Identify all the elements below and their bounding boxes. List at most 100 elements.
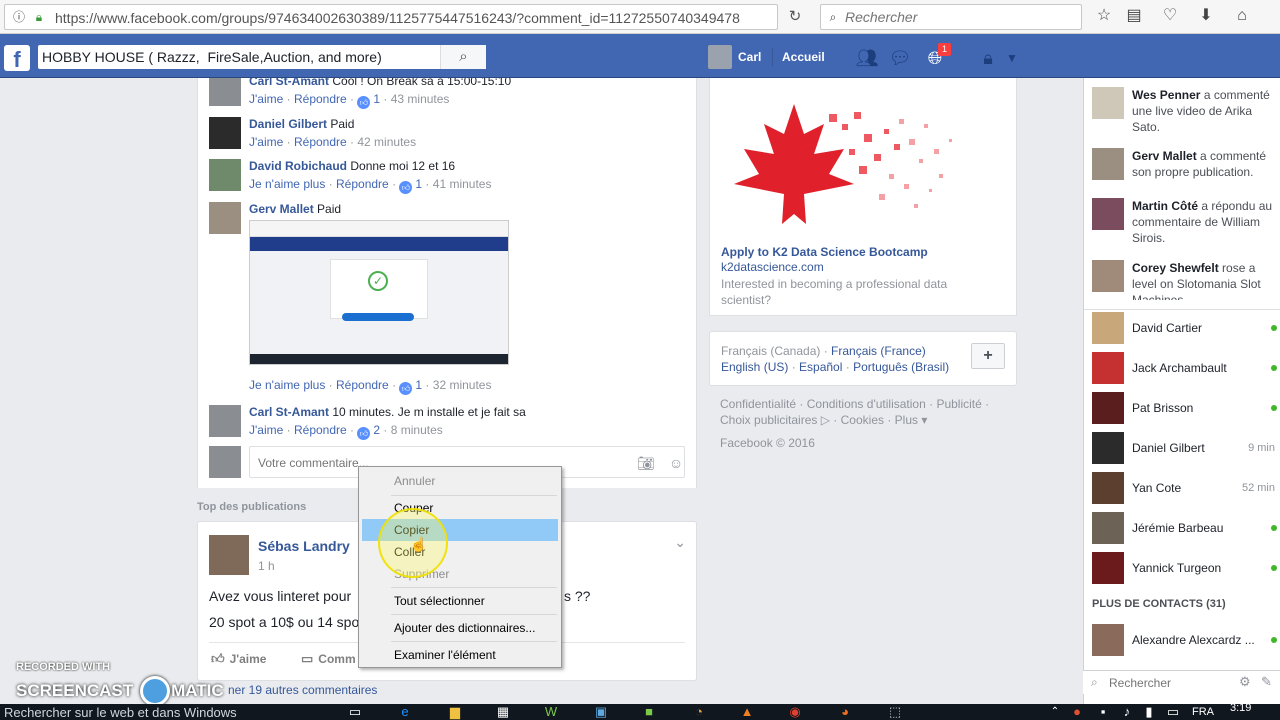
reading-list-icon[interactable]: ▤ bbox=[1124, 6, 1144, 26]
messages-icon[interactable]: 💬︎ bbox=[888, 47, 912, 69]
contact-item[interactable]: Alexandre Alexcardz ... bbox=[1092, 624, 1277, 656]
contact-item[interactable]: Yannick Turgeon bbox=[1092, 552, 1277, 584]
app-green-icon[interactable]: ■ bbox=[640, 704, 658, 720]
browser-search-box[interactable]: ⌕ bbox=[820, 4, 1082, 30]
menu-item-undo[interactable]: Annuler bbox=[362, 470, 558, 492]
user-avatar[interactable] bbox=[708, 45, 732, 69]
comment-author[interactable]: Carl St-Amant bbox=[249, 405, 329, 419]
input-language[interactable]: FRA bbox=[1192, 706, 1214, 718]
menu-item-select-all[interactable]: Tout sélectionner bbox=[362, 590, 558, 612]
contact-item[interactable]: Pat Brisson bbox=[1092, 392, 1277, 424]
footer-link[interactable]: Conditions d'utilisation bbox=[807, 397, 926, 411]
comment-time[interactable]: 8 minutes bbox=[391, 423, 443, 437]
gear-icon[interactable]: ⚙ bbox=[1239, 674, 1251, 690]
tray-speaker-icon[interactable]: ♪ bbox=[1118, 704, 1136, 720]
comment-author[interactable]: Daniel Gilbert bbox=[249, 117, 327, 131]
like-link[interactable]: J'aime bbox=[249, 92, 283, 106]
info-icon[interactable]: ⓘ bbox=[9, 7, 29, 27]
chat-search-input[interactable] bbox=[1109, 675, 1229, 691]
contact-item[interactable]: David Cartier bbox=[1092, 312, 1277, 344]
language-link[interactable]: Français (France) bbox=[831, 344, 926, 358]
ad-title[interactable]: Apply to K2 Data Science Bootcamp bbox=[721, 245, 928, 259]
windows-search-box[interactable]: Rechercher sur le web et dans Windows bbox=[4, 705, 237, 720]
language-link[interactable]: English (US) bbox=[721, 360, 788, 374]
chrome-icon[interactable]: ◉ bbox=[786, 704, 804, 720]
post-timestamp[interactable]: 1 h bbox=[258, 559, 275, 573]
browser-search-input[interactable] bbox=[845, 8, 1075, 26]
privacy-lock-icon[interactable]: 🔒︎ bbox=[976, 47, 1000, 69]
compose-icon[interactable]: ✎ bbox=[1261, 674, 1272, 690]
like-count[interactable]: 2 bbox=[373, 423, 380, 437]
comment-avatar[interactable] bbox=[209, 202, 241, 234]
menu-item-inspect-element[interactable]: Examiner l'élément bbox=[362, 644, 558, 666]
pocket-icon[interactable]: ♡ bbox=[1160, 6, 1180, 26]
group-search-box[interactable]: ⌕ bbox=[38, 45, 486, 69]
ad-domain[interactable]: k2datascience.com bbox=[721, 260, 824, 274]
reload-icon[interactable]: ↻ bbox=[784, 6, 806, 28]
contact-item[interactable]: Daniel Gilbert 9 min bbox=[1092, 432, 1277, 464]
comment-time[interactable]: 43 minutes bbox=[391, 92, 450, 106]
footer-link[interactable]: Choix publicitaires bbox=[720, 413, 817, 427]
star-icon[interactable]: ☆ bbox=[1094, 6, 1114, 26]
like-count[interactable]: 1 bbox=[373, 92, 380, 106]
comment-avatar[interactable] bbox=[209, 159, 241, 191]
reply-link[interactable]: Répondre bbox=[294, 135, 347, 149]
reply-link[interactable]: Répondre bbox=[336, 177, 389, 191]
post-author[interactable]: Sébas Landry bbox=[258, 538, 350, 554]
menu-item-add-dictionaries[interactable]: Ajouter des dictionnaires... bbox=[362, 617, 558, 639]
footer-link[interactable]: Cookies bbox=[841, 413, 884, 427]
address-bar[interactable]: ⓘ 🔒︎ https://www.facebook.com/groups/974… bbox=[4, 4, 778, 30]
tray-chevron-icon[interactable]: ⌃ bbox=[1046, 704, 1064, 720]
home-link[interactable]: Accueil bbox=[782, 50, 825, 64]
store-icon[interactable]: ▦ bbox=[494, 704, 512, 720]
reply-link[interactable]: Répondre bbox=[294, 423, 347, 437]
comment-time[interactable]: 42 minutes bbox=[357, 135, 416, 149]
language-link[interactable]: Español bbox=[799, 360, 842, 374]
post-comment-button[interactable]: ▭ Comm bbox=[301, 651, 356, 667]
search-button[interactable]: ⌕ bbox=[440, 45, 486, 69]
unlike-link[interactable]: Je n'aime plus bbox=[249, 378, 325, 392]
payment-screenshot-image[interactable]: ✓ bbox=[249, 220, 509, 365]
sponsored-ad[interactable]: Apply to K2 Data Science Bootcamp k2data… bbox=[709, 78, 1017, 316]
comment-author[interactable]: Gerv Mallet bbox=[249, 202, 314, 216]
file-explorer-icon[interactable]: ▆ bbox=[446, 704, 464, 720]
comment-author[interactable]: Carl St-Amant bbox=[249, 78, 329, 88]
camera-icon[interactable]: 📷︎ bbox=[637, 454, 655, 472]
contact-item[interactable]: Jack Archambault bbox=[1092, 352, 1277, 384]
post-author-avatar[interactable] bbox=[209, 535, 249, 575]
chevron-down-icon[interactable]: ⌄ bbox=[674, 534, 686, 551]
comment-avatar[interactable] bbox=[209, 78, 241, 106]
tray-battery-icon[interactable]: ▮ bbox=[1140, 704, 1158, 720]
snipping-icon[interactable]: ⬚ bbox=[886, 704, 904, 720]
edge-icon[interactable]: e bbox=[396, 704, 414, 720]
footer-link[interactable]: Publicité bbox=[936, 397, 981, 411]
group-search-input[interactable] bbox=[42, 47, 442, 67]
firefox-icon[interactable]: ◕ bbox=[836, 704, 854, 720]
comment-avatar[interactable] bbox=[209, 117, 241, 149]
footer-link[interactable]: Plus bbox=[895, 413, 918, 427]
ad-image[interactable] bbox=[734, 94, 974, 244]
like-link[interactable]: J'aime bbox=[249, 423, 283, 437]
contact-item[interactable]: Yan Cote 52 min bbox=[1092, 472, 1277, 504]
reply-link[interactable]: Répondre bbox=[294, 92, 347, 106]
app-gauge-icon[interactable]: ◔ bbox=[690, 704, 708, 720]
like-count[interactable]: 1 bbox=[415, 177, 422, 191]
vlc-icon[interactable]: ▲ bbox=[738, 704, 756, 720]
account-menu-chevron-icon[interactable]: ▼ bbox=[1000, 47, 1024, 69]
task-view-icon[interactable]: ▭ bbox=[346, 704, 364, 720]
profile-link[interactable]: Carl bbox=[738, 50, 761, 64]
view-more-comments-link[interactable]: ner 19 autres commentaires bbox=[228, 683, 377, 697]
unlike-link[interactable]: Je n'aime plus bbox=[249, 177, 325, 191]
language-link[interactable]: Português (Brasil) bbox=[853, 360, 949, 374]
download-icon[interactable]: ⬇ bbox=[1196, 6, 1216, 26]
comment-time[interactable]: 32 minutes bbox=[433, 378, 492, 392]
tray-network-icon[interactable]: ▪ bbox=[1094, 704, 1112, 720]
app-window-icon[interactable]: ▣ bbox=[592, 704, 610, 720]
comment-avatar[interactable] bbox=[209, 405, 241, 437]
facebook-logo-icon[interactable]: f bbox=[4, 45, 30, 71]
friend-requests-icon[interactable]: 👥︎ bbox=[855, 47, 879, 69]
add-language-button[interactable]: + bbox=[971, 343, 1005, 369]
like-link[interactable]: J'aime bbox=[249, 135, 283, 149]
comment-author[interactable]: David Robichaud bbox=[249, 159, 347, 173]
clock[interactable]: 3:19 bbox=[1230, 704, 1251, 714]
